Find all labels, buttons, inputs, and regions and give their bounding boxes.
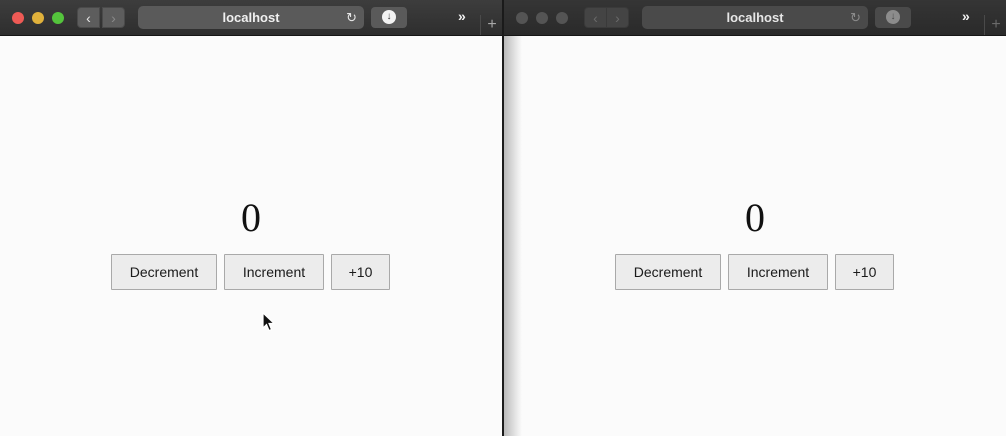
address-bar[interactable]: localhost ↻ — [642, 6, 868, 29]
address-bar[interactable]: localhost ↻ — [138, 6, 364, 29]
download-icon: ↓ — [382, 10, 396, 24]
reload-icon[interactable]: ↻ — [346, 6, 357, 29]
downloads-button[interactable]: ↓ — [371, 7, 407, 28]
minimize-window-button[interactable] — [32, 12, 44, 24]
close-window-button[interactable] — [516, 12, 528, 24]
zoom-window-button[interactable] — [556, 12, 568, 24]
download-icon: ↓ — [886, 10, 900, 24]
forward-button[interactable]: › — [606, 7, 629, 28]
counter-value: 0 — [745, 195, 765, 240]
close-window-button[interactable] — [12, 12, 24, 24]
add-ten-button[interactable]: +10 — [331, 254, 390, 290]
add-ten-button[interactable]: +10 — [835, 254, 894, 290]
counter-value: 0 — [241, 195, 261, 240]
toolbar-overflow-icon[interactable]: » — [458, 8, 466, 24]
back-button[interactable]: ‹ — [584, 7, 607, 28]
decrement-button[interactable]: Decrement — [615, 254, 721, 290]
downloads-button[interactable]: ↓ — [875, 7, 911, 28]
zoom-window-button[interactable] — [52, 12, 64, 24]
chevron-right-icon: › — [615, 10, 620, 26]
back-button[interactable]: ‹ — [77, 7, 100, 28]
address-text: localhost — [222, 10, 280, 25]
decrement-button[interactable]: Decrement — [111, 254, 217, 290]
new-tab-icon[interactable]: + — [984, 15, 1006, 35]
minimize-window-button[interactable] — [536, 12, 548, 24]
page-content: 0 Decrement Increment +10 — [0, 36, 502, 436]
browser-toolbar: ‹ › localhost ↻ ↓ » + — [504, 0, 1006, 36]
forward-button[interactable]: › — [102, 7, 125, 28]
chevron-left-icon: ‹ — [86, 10, 91, 26]
browser-window-left: ‹ › localhost ↻ ↓ » + 0 Decrement Increm… — [0, 0, 502, 436]
browser-toolbar: ‹ › localhost ↻ ↓ » + — [0, 0, 502, 36]
chevron-left-icon: ‹ — [593, 10, 598, 26]
browser-window-right: ‹ › localhost ↻ ↓ » + 0 Decrement Increm… — [504, 0, 1006, 436]
toolbar-overflow-icon[interactable]: » — [962, 8, 970, 24]
increment-button[interactable]: Increment — [224, 254, 324, 290]
address-text: localhost — [726, 10, 784, 25]
page-content: 0 Decrement Increment +10 — [504, 36, 1006, 436]
reload-icon[interactable]: ↻ — [850, 6, 861, 29]
increment-button[interactable]: Increment — [728, 254, 828, 290]
chevron-right-icon: › — [111, 10, 116, 26]
new-tab-icon[interactable]: + — [480, 15, 502, 35]
